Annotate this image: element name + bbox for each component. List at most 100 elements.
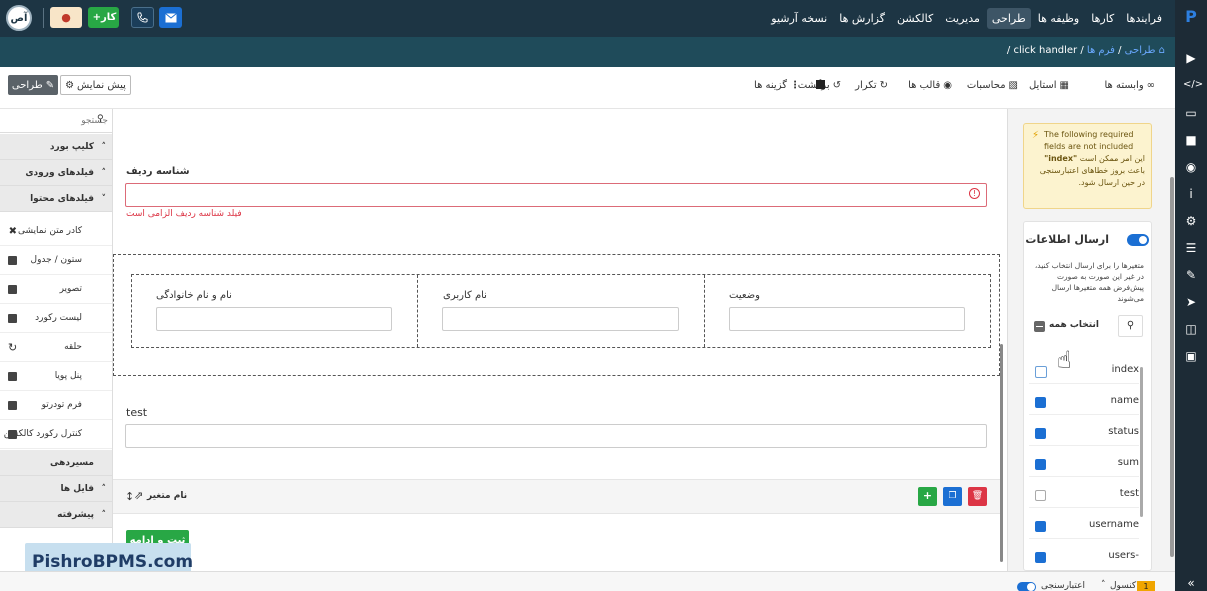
info-icon[interactable]: i	[1183, 186, 1199, 202]
section-label: فایل ها	[60, 484, 94, 494]
redo-label: تکرار	[855, 80, 877, 91]
pencil-icon: ✎	[45, 79, 55, 91]
username-input[interactable]	[442, 307, 679, 331]
notifications-button[interactable]: ●	[50, 7, 82, 28]
magic-wand-icon[interactable]: ✎	[1183, 267, 1199, 283]
design-mode-button[interactable]: طراحی ✎	[8, 75, 58, 95]
select-all-checkbox[interactable]	[1034, 321, 1045, 332]
options-button[interactable]: ⋮ گزینه ها	[754, 80, 800, 91]
code-icon[interactable]: </>	[1183, 77, 1203, 93]
component-display-text[interactable]: ✖ کادر متن نمایشی	[0, 217, 112, 246]
row-id-input[interactable]: !	[125, 183, 987, 207]
lock-icon[interactable]: ■	[1183, 132, 1199, 148]
add-task-button[interactable]: + کار	[88, 7, 119, 28]
variable-item[interactable]: index	[1029, 354, 1139, 384]
section-advanced[interactable]: پیشرفته ˄	[0, 502, 112, 528]
variables-scrollbar[interactable]	[1140, 367, 1143, 517]
variable-checkbox[interactable]	[1035, 428, 1046, 439]
variable-item[interactable]: sum	[1029, 447, 1139, 477]
settings-scrollbar[interactable]	[1170, 177, 1174, 557]
messages-button[interactable]	[159, 7, 182, 28]
variable-item[interactable]: status	[1029, 416, 1139, 446]
menu-archive[interactable]: نسخه آرشیو	[766, 8, 832, 29]
breadcrumb-forms[interactable]: فرم ها	[1087, 45, 1115, 56]
variable-checkbox[interactable]	[1035, 366, 1047, 378]
component-image[interactable]: تصویر	[0, 275, 112, 304]
full-name-input[interactable]	[156, 307, 392, 331]
section-files[interactable]: فایل ها ˄	[0, 476, 112, 502]
menu-assignments[interactable]: وظیفه ها	[1033, 8, 1085, 29]
export-icon[interactable]: ➤	[1183, 294, 1199, 310]
section-routing[interactable]: مسیردهی	[0, 450, 112, 476]
menu-reports[interactable]: گزارش ها	[834, 8, 890, 29]
console-label[interactable]: کنسول	[1110, 581, 1136, 591]
breadcrumb-design[interactable]: طراحی	[1125, 45, 1156, 56]
breadcrumb-separator: /	[1006, 45, 1011, 56]
component-record-list[interactable]: لیست رکورد	[0, 304, 112, 333]
document-icon[interactable]: ▭	[1183, 105, 1199, 121]
variable-checkbox[interactable]	[1035, 490, 1046, 501]
save-button[interactable]	[813, 80, 825, 89]
menu-management[interactable]: مدیریت	[940, 8, 985, 29]
search-variables-button[interactable]: ⚲	[1118, 315, 1143, 337]
calculations-button[interactable]: ▧ محاسبات	[967, 80, 1018, 91]
resize-vertical-icon[interactable]: ↕	[125, 490, 134, 503]
variable-checkbox[interactable]	[1035, 521, 1046, 532]
menu-processes[interactable]: فرایندها	[1121, 8, 1167, 29]
component-column-table[interactable]: ستون / جدول	[0, 246, 112, 275]
user-avatar[interactable]: آص	[6, 5, 32, 31]
section-input-fields[interactable]: فیلدهای ورودی ˄	[0, 160, 112, 186]
canvas-scrollbar[interactable]	[1000, 344, 1003, 562]
variable-checkbox[interactable]	[1035, 397, 1046, 408]
play-icon[interactable]: ▶	[1183, 50, 1199, 66]
variable-item[interactable]: users-	[1029, 540, 1139, 564]
variable-checkbox[interactable]	[1035, 459, 1046, 470]
save-icon	[816, 80, 825, 89]
copy-button[interactable]: ❐	[943, 487, 962, 506]
robot-icon[interactable]: ▣	[1183, 348, 1199, 364]
chevron-up-icon: ˄	[101, 484, 107, 494]
send-data-toggle[interactable]	[1127, 234, 1149, 246]
list-icon[interactable]: ☰	[1183, 240, 1199, 256]
section-clipboard[interactable]: کلیپ بورد ˄	[0, 134, 112, 160]
component-collection-record-control[interactable]: کنترل رکورد کالکشن	[0, 420, 112, 449]
variable-checkbox[interactable]	[1035, 552, 1046, 563]
file-icon	[8, 401, 17, 410]
target-icon[interactable]: ◉	[1183, 159, 1199, 175]
phone-button[interactable]	[131, 7, 154, 28]
variable-item[interactable]: test	[1029, 478, 1139, 508]
style-button[interactable]: ▦ استایل	[1029, 80, 1069, 91]
username-label: نام کاربری	[443, 290, 487, 301]
dependencies-button[interactable]: ∞ وابسته ها	[1104, 80, 1155, 91]
variable-item[interactable]: name	[1029, 385, 1139, 415]
main-menu: فرایندها کارها وظیفه ها طراحی مدیریت کال…	[766, 0, 1167, 37]
delete-button[interactable]: 🗑	[968, 487, 987, 506]
component-nested-form[interactable]: فرم تودرتو	[0, 391, 112, 420]
templates-button[interactable]: ◉ قالب ها	[908, 80, 952, 91]
gear-icon[interactable]: ⚙	[1183, 213, 1199, 229]
collapse-icon[interactable]: «	[1183, 575, 1199, 591]
preview-button[interactable]: ⚙ پیش نمایش	[60, 75, 131, 95]
console-count-badge[interactable]: 1	[1137, 581, 1155, 591]
warning-alert: ⚡ The following required fields are not …	[1023, 123, 1152, 209]
status-input[interactable]	[729, 307, 965, 331]
home-icon: ⌂	[1158, 45, 1165, 56]
section-content-fields[interactable]: فیلدهای محتوا ˅	[0, 186, 112, 212]
add-button[interactable]: +	[918, 487, 937, 506]
database-icon[interactable]: ◫	[1183, 321, 1199, 337]
search-input[interactable]	[14, 112, 108, 129]
test-input[interactable]	[125, 424, 987, 448]
menu-collection[interactable]: کالکشن	[892, 8, 938, 29]
menu-design[interactable]: طراحی	[986, 8, 1031, 29]
validation-toggle[interactable]	[1017, 582, 1036, 591]
component-loop[interactable]: ↻ حلقه	[0, 333, 112, 362]
style-icon: ▦	[1059, 80, 1069, 91]
envelope-icon	[164, 12, 177, 22]
redo-button[interactable]: ↻ تکرار	[855, 80, 888, 91]
settings-panel: ⚡ The following required fields are not …	[1007, 109, 1175, 571]
external-link-icon[interactable]: ⇗	[134, 489, 143, 502]
palette-icon: ◉	[943, 80, 952, 91]
menu-tasks[interactable]: کارها	[1086, 8, 1119, 29]
component-dynamic-panel[interactable]: پنل پویا	[0, 362, 112, 391]
variable-item[interactable]: username	[1029, 509, 1139, 539]
